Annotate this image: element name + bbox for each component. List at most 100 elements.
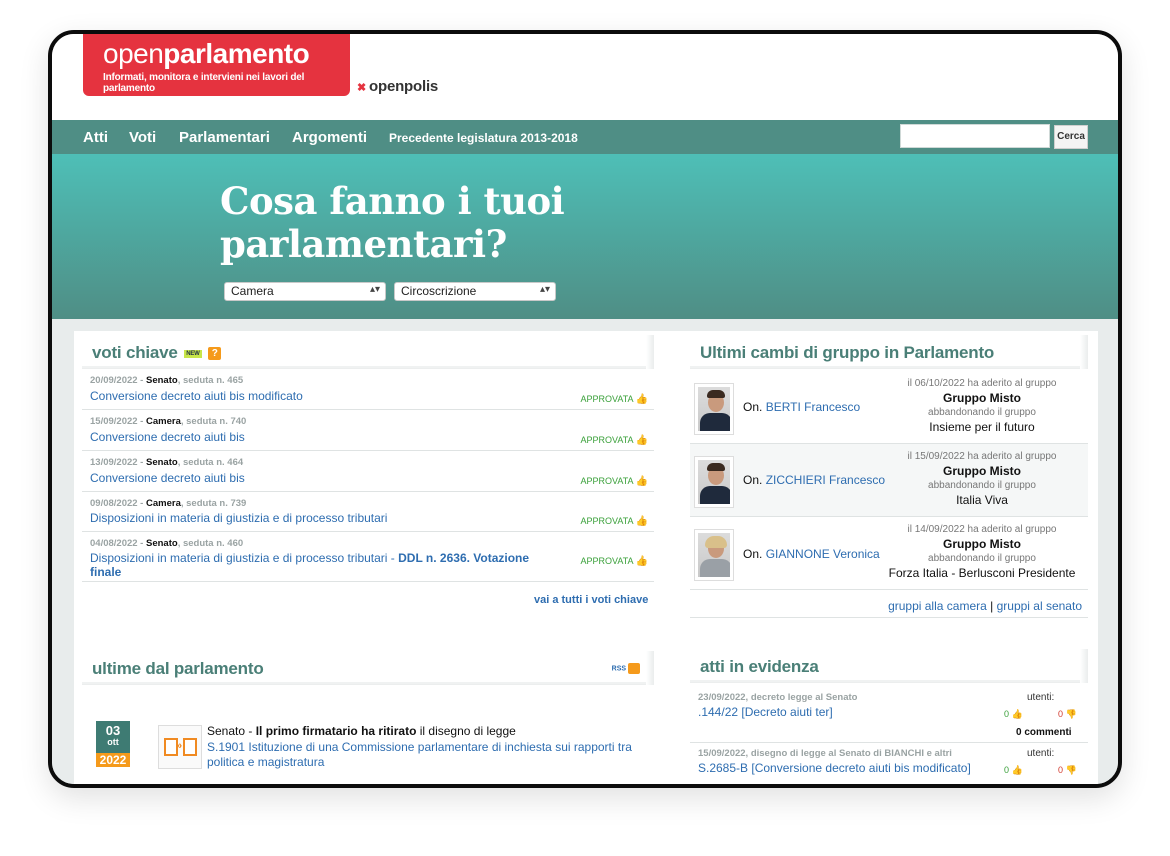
help-icon[interactable]: ? — [208, 347, 222, 361]
logo-bold: parlamento — [163, 38, 310, 69]
vote-session: seduta n. 460 — [182, 538, 244, 549]
group-change-row: On. ZICCHIERI Francesco il 15/09/2022 ha… — [690, 444, 1088, 517]
avatar[interactable] — [695, 457, 733, 507]
upvote[interactable]: 0 👍 — [1004, 709, 1023, 720]
thumbs-up-icon: 👍 — [1011, 709, 1023, 719]
joined-group: Gruppo Misto — [943, 464, 1021, 478]
group-change-row: On. GIANNONE Veronica il 14/09/2022 ha a… — [690, 517, 1088, 590]
news-item: Senato - Il primo firmatario ha ritirato… — [207, 724, 516, 738]
mp-name-link[interactable]: BERTI Francesco — [766, 400, 860, 414]
nav-parlamentari[interactable]: Parlamentari — [179, 129, 270, 146]
vote-status: APPROVATA — [580, 516, 634, 526]
mp-name-link[interactable]: ZICCHIERI Francesco — [766, 473, 885, 487]
hero-title: Cosa fanno i tuoi parlamentari? — [220, 179, 565, 266]
left-group: Insieme per il futuro — [929, 420, 1035, 434]
openparlamento-logo[interactable]: openparlamento Informati, monitora e int… — [83, 34, 350, 96]
key-votes-header: voti chiave NEW ? — [82, 335, 654, 369]
avatar[interactable] — [695, 530, 733, 580]
vote-chamber: Senato — [146, 375, 178, 386]
select-arrows-icon: ▴▾ — [369, 284, 380, 295]
bill-withdrawn-icon: » — [158, 725, 202, 769]
highlights-title: atti in evidenza — [700, 657, 819, 676]
groups-senato-link[interactable]: gruppi al senato — [997, 599, 1082, 613]
vote-date: 09/08/2022 — [90, 498, 138, 509]
vote-status: APPROVATA — [580, 476, 634, 486]
news-year: 2022 — [96, 753, 130, 767]
join-date: il 15/09/2022 ha aderito al gruppo — [907, 451, 1057, 462]
new-badge: NEW — [184, 349, 202, 358]
vote-chamber: Senato — [146, 538, 178, 549]
thumbs-up-icon: 👍 — [635, 516, 648, 527]
group-changes-title: Ultimi cambi di gruppo in Parlamento — [700, 343, 995, 362]
rss-label: RSS — [611, 665, 627, 673]
vote-chamber: Camera — [146, 416, 181, 427]
thumbs-up-icon: 👍 — [635, 476, 648, 487]
join-date: il 14/09/2022 ha aderito al gruppo — [907, 524, 1057, 535]
vote-title-link[interactable]: Conversione decreto aiuti bis modificato — [90, 389, 303, 403]
news-day: 03 — [105, 723, 121, 738]
nav-previous-legislature[interactable]: Precedente legislatura 2013-2018 — [389, 131, 578, 145]
main-nav: Atti Voti Parlamentari Argomenti Precede… — [52, 120, 1118, 154]
key-vote-row[interactable]: 20/09/2022 - Senato, seduta n. 465 Conve… — [82, 369, 654, 410]
district-select-value: Circoscrizione — [401, 284, 477, 298]
upvote[interactable]: 0 👍 — [1004, 765, 1023, 776]
joined-group: Gruppo Misto — [943, 537, 1021, 551]
group-change-row: On. BERTI Francesco il 06/10/2022 ha ade… — [690, 371, 1088, 444]
news-action: Il primo firmatario ha ritirato — [255, 724, 417, 738]
news-header: ultime dal parlamento RSS — [82, 651, 654, 685]
vote-title-link[interactable]: Disposizioni in materia di giustizia e d… — [90, 551, 530, 579]
vote-date: 20/09/2022 — [90, 375, 138, 386]
thumbs-down-icon: 👎 — [1065, 765, 1077, 775]
vote-status: APPROVATA — [580, 435, 634, 445]
highlight-meta: 15/09/2022, disegno di legge al Senato d… — [698, 748, 952, 759]
vote-session: seduta n. 740 — [186, 416, 247, 427]
vote-session: seduta n. 465 — [182, 375, 244, 386]
hero-banner: Cosa fanno i tuoi parlamentari? Camera ▴▾… — [52, 154, 1118, 319]
search-button[interactable]: Cerca — [1054, 125, 1088, 149]
highlight-link[interactable]: .144/22 [Decreto aiuti ter] — [698, 705, 833, 719]
vote-session: seduta n. 739 — [186, 498, 247, 509]
logo-tagline: Informati, monitora e intervieni nei lav… — [103, 72, 305, 94]
news-bill-link[interactable]: S.1901 Istituzione di una Commissione pa… — [207, 740, 657, 770]
vote-date: 04/08/2022 — [90, 538, 138, 549]
joined-group: Gruppo Misto — [943, 391, 1021, 405]
search-input[interactable] — [900, 124, 1050, 148]
key-vote-row[interactable]: 13/09/2022 - Senato, seduta n. 464 Conve… — [82, 451, 654, 492]
chamber-select-value: Camera — [231, 284, 274, 298]
rss-icon[interactable]: RSS — [612, 663, 640, 674]
mp-name-link[interactable]: GIANNONE Veronica — [766, 547, 880, 561]
district-select[interactable]: Circoscrizione ▴▾ — [394, 282, 556, 301]
key-vote-row[interactable]: 15/09/2022 - Camera, seduta n. 740 Conve… — [82, 410, 654, 451]
group-changes-header: Ultimi cambi di gruppo in Parlamento — [690, 335, 1088, 369]
all-key-votes-link[interactable]: vai a tutti i voti chiave — [534, 594, 648, 606]
main-content-bg: voti chiave NEW ? 20/09/2022 - Senato, s… — [52, 319, 1118, 787]
openpolis-logo[interactable]: ✖ openpolis — [357, 78, 438, 95]
highlight-row: 15/09/2022, disegno di legge al Senato d… — [698, 748, 1077, 776]
avatar[interactable] — [695, 384, 733, 434]
vote-title-link[interactable]: Disposizioni in materia di giustizia e d… — [90, 511, 387, 525]
nav-atti[interactable]: Atti — [83, 129, 108, 146]
vote-status: APPROVATA — [580, 556, 634, 566]
news-chamber: Senato — [207, 724, 246, 738]
highlight-link[interactable]: S.2685-B [Conversione decreto aiuti bis … — [698, 761, 971, 775]
vote-title-link[interactable]: Conversione decreto aiuti bis — [90, 471, 245, 485]
downvote[interactable]: 0 👎 — [1058, 709, 1077, 720]
key-vote-row[interactable]: 09/08/2022 - Camera, seduta n. 739 Dispo… — [82, 492, 654, 532]
thumbs-up-icon: 👍 — [635, 394, 648, 405]
groups-camera-link[interactable]: gruppi alla camera — [888, 599, 987, 613]
select-arrows-icon: ▴▾ — [539, 284, 550, 295]
key-vote-row[interactable]: 04/08/2022 - Senato, seduta n. 460 Dispo… — [82, 532, 654, 582]
chamber-select[interactable]: Camera ▴▾ — [224, 282, 386, 301]
vote-title-link[interactable]: Conversione decreto aiuti bis — [90, 430, 245, 444]
nav-voti[interactable]: Voti — [129, 129, 156, 146]
browser-frame: openparlamento Informati, monitora e int… — [48, 30, 1122, 788]
thumbs-up-icon: 👍 — [635, 556, 648, 567]
news-title: ultime dal parlamento — [92, 659, 264, 678]
downvote[interactable]: 0 👎 — [1058, 765, 1077, 776]
vote-chamber: Camera — [146, 498, 181, 509]
thumbs-up-icon: 👍 — [635, 435, 648, 446]
divider — [82, 786, 654, 787]
key-votes-title: voti chiave — [92, 343, 178, 362]
comments-count[interactable]: 0 commenti — [1016, 727, 1072, 738]
nav-argomenti[interactable]: Argomenti — [292, 129, 367, 146]
